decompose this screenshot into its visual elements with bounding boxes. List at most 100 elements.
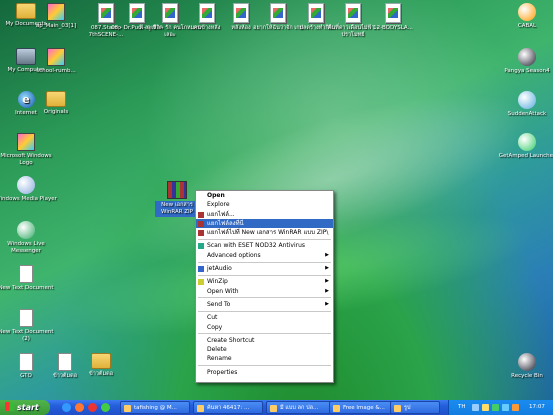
desktop-icon[interactable]: Pangya Season4 — [496, 48, 553, 75]
start-button[interactable]: start — [0, 400, 50, 415]
desktop[interactable]: My Documents ap_Main_03[1] 087.Stamp 7thSC… — [0, 0, 553, 400]
desktop-icon[interactable]: 12-BODYSLA... — [362, 3, 424, 32]
menu-item[interactable]: Explore — [196, 200, 333, 209]
winrar-icon — [198, 211, 204, 218]
round-file-icon — [17, 221, 35, 239]
menu-separator — [198, 310, 331, 312]
window-icon — [270, 405, 277, 412]
desktop-icon-label: CABAL — [517, 23, 537, 29]
menu-item[interactable]: Delete — [196, 345, 333, 354]
menu-item-label: Properties — [207, 368, 238, 376]
menu-item-label: Explore — [207, 201, 230, 209]
taskbar-button-label: ค้นหา 46417: ... — [207, 405, 250, 411]
taskbar-button[interactable]: ค้นหา 46417: ... — [193, 401, 263, 414]
round-file-icon — [518, 353, 536, 371]
winrar-icon — [198, 220, 204, 227]
menu-item-label: Scan with ESET NOD32 Antivirus — [207, 242, 306, 250]
desktop-icon[interactable]: Windows Media Player — [0, 176, 57, 203]
menu-separator — [198, 238, 331, 240]
menu-item[interactable]: Copy — [196, 323, 333, 332]
desktop-icon-label: SuddenAttack — [507, 111, 547, 117]
menu-item[interactable]: Open With ▶ — [196, 287, 333, 296]
taskbar-button[interactable]: รูป — [390, 401, 440, 414]
rar-file-icon — [167, 181, 187, 199]
messenger-quicklaunch-icon[interactable] — [101, 403, 110, 412]
taskbar-button-label: มี แบบ ลก ปล... — [280, 405, 319, 411]
menu-item[interactable]: แยกไฟล์ไปที่ New เอกสาร WinRAR แบบ ZIP\ — [196, 228, 333, 237]
submenu-arrow-icon: ▶ — [325, 265, 329, 272]
menu-item-label: แยกไฟล์ไปที่ New เอกสาร WinRAR แบบ ZIP\ — [207, 229, 329, 237]
desktop-icon[interactable]: GetAmped Launcher — [496, 133, 553, 160]
taskbar-button-label: Free Image &... — [343, 405, 385, 411]
desktop-icon-label: New Text Document — [0, 285, 54, 291]
language-indicator[interactable]: TH — [458, 404, 466, 410]
round-file-icon — [518, 3, 536, 21]
menu-item[interactable]: Create Shortcut — [196, 336, 333, 345]
desktop-icon-label: 12-BODYSLA... — [373, 25, 413, 31]
ie-quicklaunch-icon[interactable] — [62, 403, 71, 412]
desktop-icon[interactable]: New Text Document (2) — [0, 309, 57, 343]
winrar-icon — [198, 230, 204, 237]
desktop-icon-label: New Text Document (2) — [0, 329, 54, 342]
jetaudio-icon — [198, 266, 204, 273]
taskbar-button-label: รูป — [404, 405, 411, 411]
img-file-icon — [47, 48, 65, 66]
menu-item[interactable]: Open — [196, 191, 333, 200]
img-file-icon — [47, 3, 65, 21]
desktop-icon[interactable]: Microsoft Windows Logo — [0, 133, 57, 167]
menu-item[interactable]: Properties — [196, 368, 333, 377]
clock[interactable]: 17:07 — [529, 404, 545, 410]
menu-item[interactable]: แยกไฟล์... — [196, 210, 333, 219]
img-file-icon — [17, 133, 35, 151]
taskbar-button[interactable]: Free Image &... — [329, 401, 399, 414]
update-icon[interactable] — [512, 404, 519, 411]
desktop-icon-label: Originals — [43, 109, 69, 115]
menu-item[interactable]: Scan with ESET NOD32 Antivirus — [196, 241, 333, 250]
start-label: start — [17, 403, 39, 412]
messenger-tray-icon[interactable] — [502, 404, 509, 411]
desktop-icon[interactable]: Originals — [25, 91, 87, 116]
desktop-icon-label: New เอกสาร WinRAR ZIP — [155, 201, 199, 217]
desktop-icon[interactable]: CABAL — [496, 3, 553, 30]
doc-file-icon — [270, 3, 286, 23]
desktop-icon-label: ข้าวต้มดอ — [88, 371, 113, 377]
taskbar-button[interactable]: tafishing @ M... — [120, 401, 190, 414]
desktop-icon[interactable]: Recycle Bin — [496, 353, 553, 380]
menu-item[interactable]: Advanced options ▶ — [196, 251, 333, 260]
desktop-icon[interactable]: New เอกสาร WinRAR ZIP — [155, 181, 199, 217]
desktop-icon-label: Microsoft Windows Logo — [0, 153, 52, 166]
desktop-icon[interactable]: ข้าวต้มดอ — [70, 353, 132, 378]
submenu-arrow-icon: ▶ — [325, 278, 329, 285]
menu-item[interactable]: Cut — [196, 313, 333, 322]
menu-item[interactable]: Rename — [196, 354, 333, 363]
submenu-arrow-icon: ▶ — [325, 287, 329, 294]
taskbar: start tafishing @ M... ค้นหา 46417: ... มี… — [0, 400, 553, 415]
submenu-arrow-icon: ▶ — [325, 300, 329, 307]
firefox-quicklaunch-icon[interactable] — [75, 403, 84, 412]
volume-icon[interactable] — [482, 404, 489, 411]
menu-separator — [198, 261, 331, 263]
desktop-icon[interactable]: school-rumb... — [25, 48, 87, 75]
desktop-icon[interactable]: SuddenAttack — [496, 91, 553, 118]
menu-item-label: แยกไฟล์... — [207, 210, 235, 218]
antivirus-icon[interactable] — [492, 404, 499, 411]
submenu-arrow-icon: ▶ — [325, 251, 329, 258]
window-icon — [333, 405, 340, 412]
menu-item[interactable]: แยกไฟล์ลงที่นี่ — [196, 218, 333, 229]
taskbar-button-label: tafishing @ M... — [134, 405, 177, 411]
taskbar-button[interactable]: มี แบบ ลก ปล... — [266, 401, 334, 414]
menu-item[interactable]: WinZip ▶ — [196, 277, 333, 286]
window-icon — [197, 405, 204, 412]
desktop-icon-label: Pangya Season4 — [504, 68, 550, 74]
menu-item[interactable]: jetAudio ▶ — [196, 264, 333, 273]
menu-item[interactable]: Send To ▶ — [196, 300, 333, 309]
menu-separator — [198, 274, 331, 276]
menu-item-label: WinZip — [207, 278, 228, 286]
desktop-icon[interactable]: Windows Live Messenger — [0, 221, 57, 255]
menu-item-label: แยกไฟล์ลงที่นี่ — [207, 219, 244, 227]
network-icon[interactable] — [472, 404, 479, 411]
menu-item-label: Open — [207, 192, 225, 199]
desktop-icon[interactable]: New Text Document — [0, 265, 57, 292]
winzip-icon — [198, 279, 204, 286]
media-quicklaunch-icon[interactable] — [88, 403, 97, 412]
